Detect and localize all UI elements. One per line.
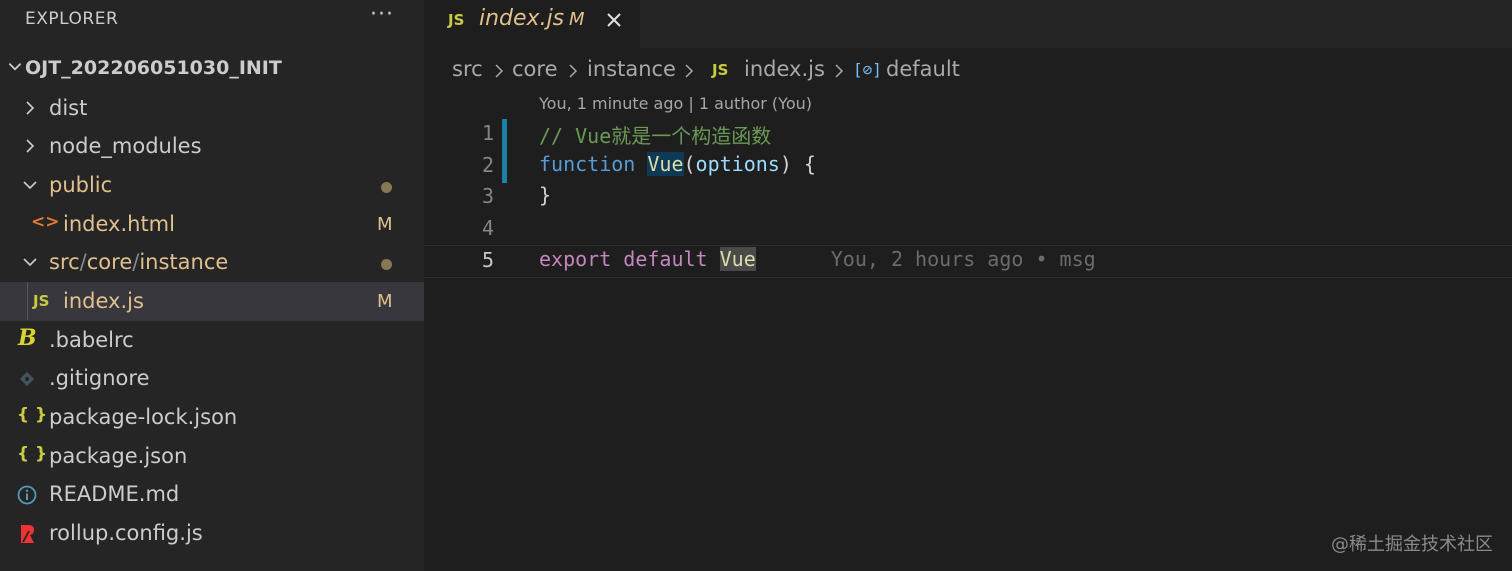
chevron-right-icon (685, 64, 694, 78)
html-file-icon: <> (31, 212, 60, 232)
keyword-token: export default (539, 247, 708, 271)
punct-token: ( (683, 152, 696, 176)
json-file-icon: { } (17, 405, 48, 425)
tree-item-label: README.md (49, 482, 180, 506)
punct-token: ) { (779, 152, 816, 176)
chevron-right-icon (26, 101, 35, 115)
tree-item-label: node_modules (49, 134, 202, 158)
project-folder-header[interactable]: OJT_202206051030_INIT (0, 50, 424, 88)
chevron-right-icon (495, 64, 504, 78)
breadcrumb-item-core[interactable]: core (512, 57, 558, 81)
tree-item-label: package.json (49, 444, 188, 468)
code-text: } (539, 183, 551, 207)
codelens-blame[interactable]: You, 1 minute ago | 1 author (You) (539, 94, 812, 113)
explorer-title: EXPLORER (25, 9, 119, 29)
js-file-icon: JS (448, 11, 465, 29)
code-text: function Vue(options) { (539, 152, 816, 176)
breadcrumb: src core instance JS index.js [⊘] defaul… (424, 52, 1512, 88)
tree-item-babelrc[interactable]: B .babelrc (0, 321, 424, 360)
project-name: OJT_202206051030_INIT (25, 57, 282, 79)
code-line-3[interactable]: 3 } (424, 182, 1512, 213)
modified-badge: M (569, 9, 585, 30)
tab-bar: JS index.js M (424, 0, 1512, 48)
chevron-down-icon (23, 181, 37, 190)
line-number: 1 (481, 121, 494, 145)
line-number: 2 (481, 153, 494, 177)
path-segment: core (86, 250, 133, 274)
symbol-variable-icon: [⊘] (853, 60, 882, 79)
tree-item-dist[interactable]: dist (0, 89, 424, 128)
chevron-right-icon (835, 64, 844, 78)
chevron-right-icon (26, 139, 35, 153)
editor-area: JS index.js M src core instance JS index… (424, 0, 1512, 571)
indent-guide (27, 282, 28, 320)
chevron-right-icon (569, 64, 578, 78)
tree-item-rollup-config-js[interactable]: rollup.config.js (0, 514, 424, 553)
chevron-down-icon (8, 62, 22, 71)
tree-item-readme-md[interactable]: README.md (0, 475, 424, 514)
tab-label: index.js (479, 6, 565, 31)
comment-token: // Vue就是一个构造函数 (539, 124, 772, 148)
info-file-icon (17, 485, 37, 505)
explorer-header: EXPLORER ··· (0, 0, 424, 40)
chevron-down-icon (23, 258, 37, 267)
code-line-4[interactable]: 4 (424, 214, 1512, 245)
code-text: // Vue就是一个构造函数 (539, 120, 771, 149)
line-number: 5 (481, 248, 494, 272)
path-separator: / (79, 250, 87, 274)
keyword-token: function (539, 152, 636, 176)
modified-badge: M (377, 291, 393, 312)
tree-item-label: index.html (63, 212, 175, 236)
code-line-2[interactable]: 2 function Vue(options) { (424, 151, 1512, 182)
tree-item-public[interactable]: public (0, 166, 424, 205)
inline-blame: You, 2 hours ago • msg (830, 247, 1096, 271)
tree-item-node-modules[interactable]: node_modules (0, 127, 424, 166)
tree-item-index-html[interactable]: <> index.html M (0, 205, 424, 244)
modified-dot-icon (381, 259, 392, 270)
more-actions-icon[interactable]: ··· (370, 2, 394, 27)
tree-item-label: .gitignore (49, 366, 150, 390)
path-segment: src (49, 250, 80, 274)
tree-item-index-js[interactable]: JS index.js M (0, 282, 424, 321)
line-number: 3 (481, 184, 494, 208)
tree-item-label: dist (49, 96, 88, 120)
breadcrumb-item-instance[interactable]: instance (587, 57, 676, 81)
tree-item-label: src/core/instance (49, 250, 228, 274)
rollup-file-icon (21, 525, 34, 543)
code-line-5[interactable]: 5 export default Vue You, 2 hours ago • m… (424, 245, 1512, 278)
line-number: 4 (481, 216, 494, 240)
explorer-sidebar: EXPLORER ··· OJT_202206051030_INIT dist … (0, 0, 424, 571)
js-file-icon: JS (712, 61, 729, 79)
breadcrumb-item-symbol[interactable]: default (886, 57, 960, 81)
tree-item-label: index.js (63, 289, 144, 313)
git-file-icon (19, 371, 35, 387)
tab-index-js[interactable]: JS index.js M (424, 0, 640, 48)
punct-token: } (539, 183, 552, 207)
modified-dot-icon (381, 182, 392, 193)
close-icon[interactable] (604, 10, 624, 30)
breadcrumb-item-file[interactable]: index.js (744, 57, 825, 81)
js-file-icon: JS (33, 292, 50, 310)
tree-item-package-lock-json[interactable]: { } package-lock.json (0, 398, 424, 437)
code-text: export default Vue You, 2 hours ago • msg (539, 247, 1096, 271)
breadcrumb-item-src[interactable]: src (452, 57, 483, 81)
babel-file-icon: B (18, 325, 37, 351)
tree-item-label: public (49, 173, 113, 197)
tree-item-label: .babelrc (49, 328, 134, 352)
tree-item-package-json[interactable]: { } package.json (0, 437, 424, 476)
function-name-token: Vue (647, 152, 684, 176)
json-file-icon: { } (17, 444, 48, 464)
tree-item-src-core-instance[interactable]: src/core/instance (0, 243, 424, 282)
watermark: @稀土掘金技术社区 (1331, 534, 1493, 555)
path-segment: instance (139, 250, 229, 274)
param-token: options (695, 152, 780, 176)
tree-item-label: package-lock.json (49, 405, 238, 429)
modified-badge: M (377, 214, 393, 235)
tree-item-label: rollup.config.js (49, 521, 203, 545)
code-line-1[interactable]: 1 // Vue就是一个构造函数 (424, 119, 1512, 150)
tree-item-gitignore[interactable]: .gitignore (0, 359, 424, 398)
identifier-token: Vue (719, 247, 756, 271)
